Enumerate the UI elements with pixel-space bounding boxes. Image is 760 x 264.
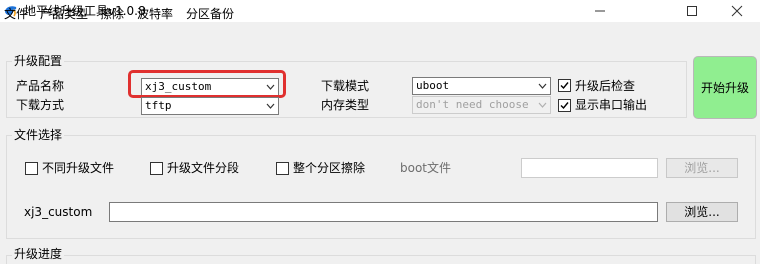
minimize-icon <box>595 10 605 12</box>
close-icon <box>731 5 743 17</box>
start-upgrade-button[interactable]: 开始升级 <box>693 56 757 119</box>
boot-browse-button[interactable]: 浏览... <box>666 158 738 178</box>
menu-partition-backup[interactable]: 分区备份 <box>186 6 234 22</box>
memory-type-value: don't need choose <box>416 98 529 111</box>
download-method-select[interactable]: tftp <box>141 97 279 115</box>
chevron-down-icon <box>538 102 547 108</box>
download-mode-label: 下载模式 <box>321 79 370 93</box>
show-serial-output-label: 显示串口输出 <box>575 98 648 112</box>
menu-baud-rate[interactable]: 波特率 <box>137 6 173 22</box>
product-name-label: 产品名称 <box>16 79 65 93</box>
maximize-icon <box>687 6 697 16</box>
menu-bar <box>0 22 760 48</box>
chevron-down-icon <box>538 83 547 89</box>
minimize-button[interactable] <box>577 0 623 22</box>
check-after-upgrade-label: 升级后检查 <box>575 79 636 93</box>
segment-label: 升级文件分段 <box>167 161 240 175</box>
menu-file[interactable]: 文件 <box>4 6 28 22</box>
maximize-button[interactable] <box>669 0 715 22</box>
checkmark-icon <box>560 82 569 90</box>
menu-product-type[interactable]: 产品类型 <box>40 6 88 22</box>
erase-all-label: 整个分区擦除 <box>293 161 366 175</box>
image-file-label: xj3_custom <box>24 205 93 219</box>
progress-label: 升级进度 <box>12 247 65 261</box>
diff-upgrade-checkbox[interactable] <box>25 162 38 175</box>
image-file-input[interactable] <box>109 202 658 222</box>
download-mode-select[interactable]: uboot <box>412 77 551 95</box>
file-select-label: 文件选择 <box>12 128 65 142</box>
image-browse-button[interactable]: 浏览... <box>666 202 738 222</box>
download-method-label: 下载方式 <box>16 98 65 112</box>
file-select-group <box>6 135 756 239</box>
product-name-highlight <box>128 70 286 98</box>
progress-group <box>6 255 756 264</box>
check-after-upgrade-checkbox[interactable] <box>558 79 571 92</box>
memory-type-label: 内存类型 <box>321 98 370 112</box>
boot-file-label: boot文件 <box>400 161 452 175</box>
checkmark-icon <box>560 102 569 110</box>
chevron-down-icon <box>266 103 275 109</box>
show-serial-output-checkbox[interactable] <box>558 99 571 112</box>
segment-checkbox[interactable] <box>150 162 163 175</box>
download-method-value: tftp <box>145 99 172 112</box>
download-mode-value: uboot <box>416 79 450 92</box>
close-button[interactable] <box>714 0 760 22</box>
menu-erase[interactable]: 擦除 <box>100 6 124 22</box>
boot-file-input[interactable] <box>521 158 658 178</box>
upgrade-config-label: 升级配置 <box>12 54 65 68</box>
diff-upgrade-label: 不同升级文件 <box>42 161 115 175</box>
memory-type-select[interactable]: don't need choose <box>412 96 551 114</box>
erase-all-checkbox[interactable] <box>276 162 289 175</box>
